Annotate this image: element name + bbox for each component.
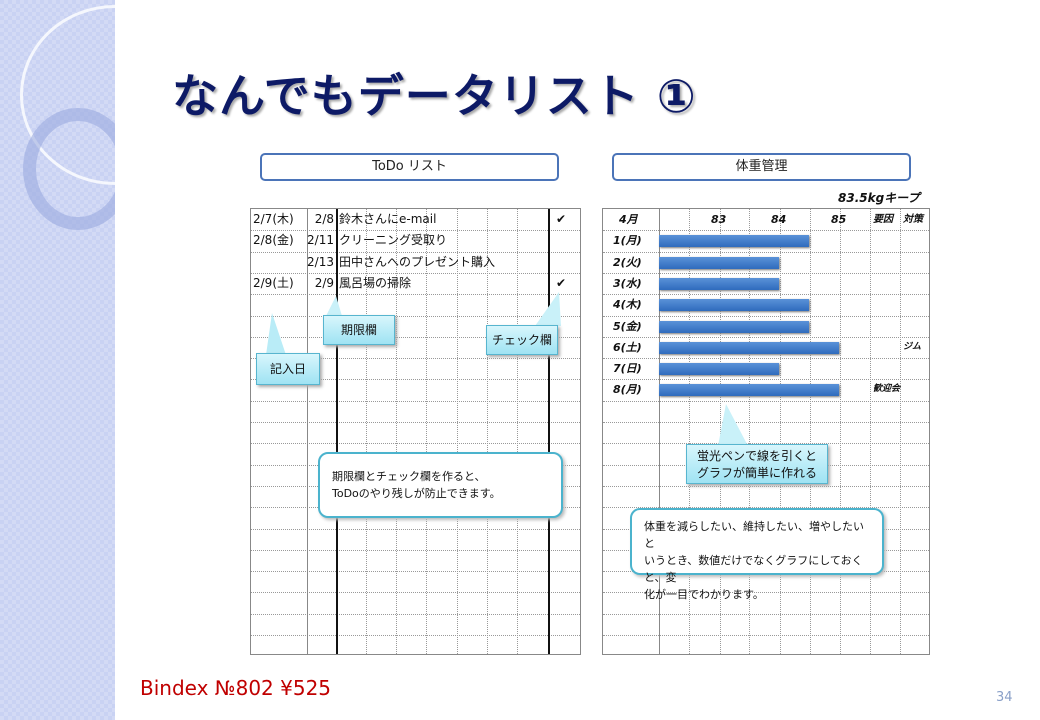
slide-title: なんでもデータリスト ① [172,69,697,123]
row-line [251,592,580,594]
weight-bar [659,363,779,376]
page-number: 34 [996,690,1013,705]
weight-goal: 83.5kgキープ [838,191,920,205]
row-line [251,422,580,423]
column-line [870,209,871,654]
callout-entry-date: 記入日 [256,353,320,385]
day-label: 1(月) [613,234,642,248]
row-line [251,613,580,615]
tick-label: 85 [831,213,847,226]
callout-highlighter: 蛍光ペンで線を引くと グラフが簡単に作れる [686,444,828,484]
callout-check: チェック欄 [486,325,558,355]
entry-date: 2/9(土) [253,275,294,290]
row-line [603,422,929,423]
weight-note: 体重を減らしたい、維持したい、増やしたいと いうとき、数値だけでなくグラフにして… [630,508,884,601]
row-line [603,635,929,636]
tick-label: 84 [771,213,787,226]
weight-bar [659,341,839,354]
cause-cell: 歓迎会 [873,384,901,395]
row-line [603,251,929,253]
weight-bar [659,256,779,269]
day-label: 5(金) [613,319,642,333]
column-line [900,209,901,654]
row-line [603,294,929,296]
due-date: 2/13 [307,254,334,269]
day-label: 6(土) [613,340,642,354]
weight-bar [659,235,809,248]
row-line [251,294,580,296]
note-line: 期限欄とチェック欄を作ると、 [332,470,486,483]
day-label: 7(日) [613,362,642,376]
row-line [603,400,929,402]
row-line [251,549,580,551]
callout-line: 蛍光ペンで線を引くと [696,449,817,463]
row-line [603,230,929,232]
row-line [603,358,929,360]
callout-tail [326,296,342,316]
weight-bar [659,277,779,290]
weight-bar [659,384,839,397]
action-cell: ジム [903,341,922,352]
month-label: 4月 [619,213,638,226]
callout-due: 期限欄 [323,315,395,345]
entry-date: 2/7(木) [253,212,294,226]
day-label: 2(火) [613,255,642,269]
column-line [457,209,458,654]
note-line: 化が一目でわかります。 [644,588,764,601]
due-date: 2/9 [314,275,334,290]
tick-label: 83 [711,213,727,226]
decorative-side-band [0,0,115,720]
product-price: Bindex №802 ¥525 [140,676,332,700]
weight-bar [659,320,809,333]
entry-date: 2/8(金) [253,233,294,248]
column-line [336,209,338,654]
weight-header: 体重管理 [612,153,911,181]
callout-tail [718,404,748,446]
check-mark: ✔ [556,212,567,226]
row-line [603,613,929,615]
column-line [307,209,308,654]
column-line [517,209,518,654]
callout-line: グラフが簡単に作れる [696,466,817,480]
check-mark: ✔ [556,275,567,290]
note-line: ToDoのやり残しが防止できます。 [332,487,501,500]
row-line [251,400,580,402]
row-line [251,635,580,636]
note-line: 体重を減らしたい、維持したい、増やしたいと [644,520,864,550]
row-line [603,272,929,274]
row-line [251,315,580,317]
due-date: 2/8 [314,212,334,226]
row-line [603,315,929,317]
day-label: 3(水) [613,276,642,290]
row-line [251,528,580,530]
row-line [251,272,580,274]
task-text: 鈴木さんにe-mail [339,212,437,226]
todo-list-sheet: 2/7(木) 2/8 鈴木さんにe-mail ✔ 2/8(金) 2/11 クリーニング受取り… [250,208,581,655]
callout-tail [266,313,286,355]
row-line [251,571,580,573]
todo-header: ToDo リスト [260,153,559,181]
weight-bar [659,299,809,312]
todo-note: 期限欄とチェック欄を作ると、 ToDoのやり残しが防止できます。 [318,452,563,518]
due-date: 2/11 [307,233,334,248]
task-text: 風呂場の掃除 [339,275,412,290]
action-header: 対策 [903,214,923,225]
day-label: 4(木) [613,298,642,312]
note-line: いうとき、数値だけでなくグラフにしておくと、変 [644,554,863,584]
row-line [603,336,929,338]
task-text: 田中さんへのプレゼント購入 [339,254,496,269]
column-line [548,209,550,654]
callout-tail [535,292,561,326]
task-text: クリーニング受取り [339,233,448,248]
cause-header: 要因 [873,214,893,225]
column-line [487,209,488,654]
column-line [426,209,427,654]
row-line [603,485,929,487]
day-label: 8(月) [613,383,642,397]
row-line [251,443,580,445]
